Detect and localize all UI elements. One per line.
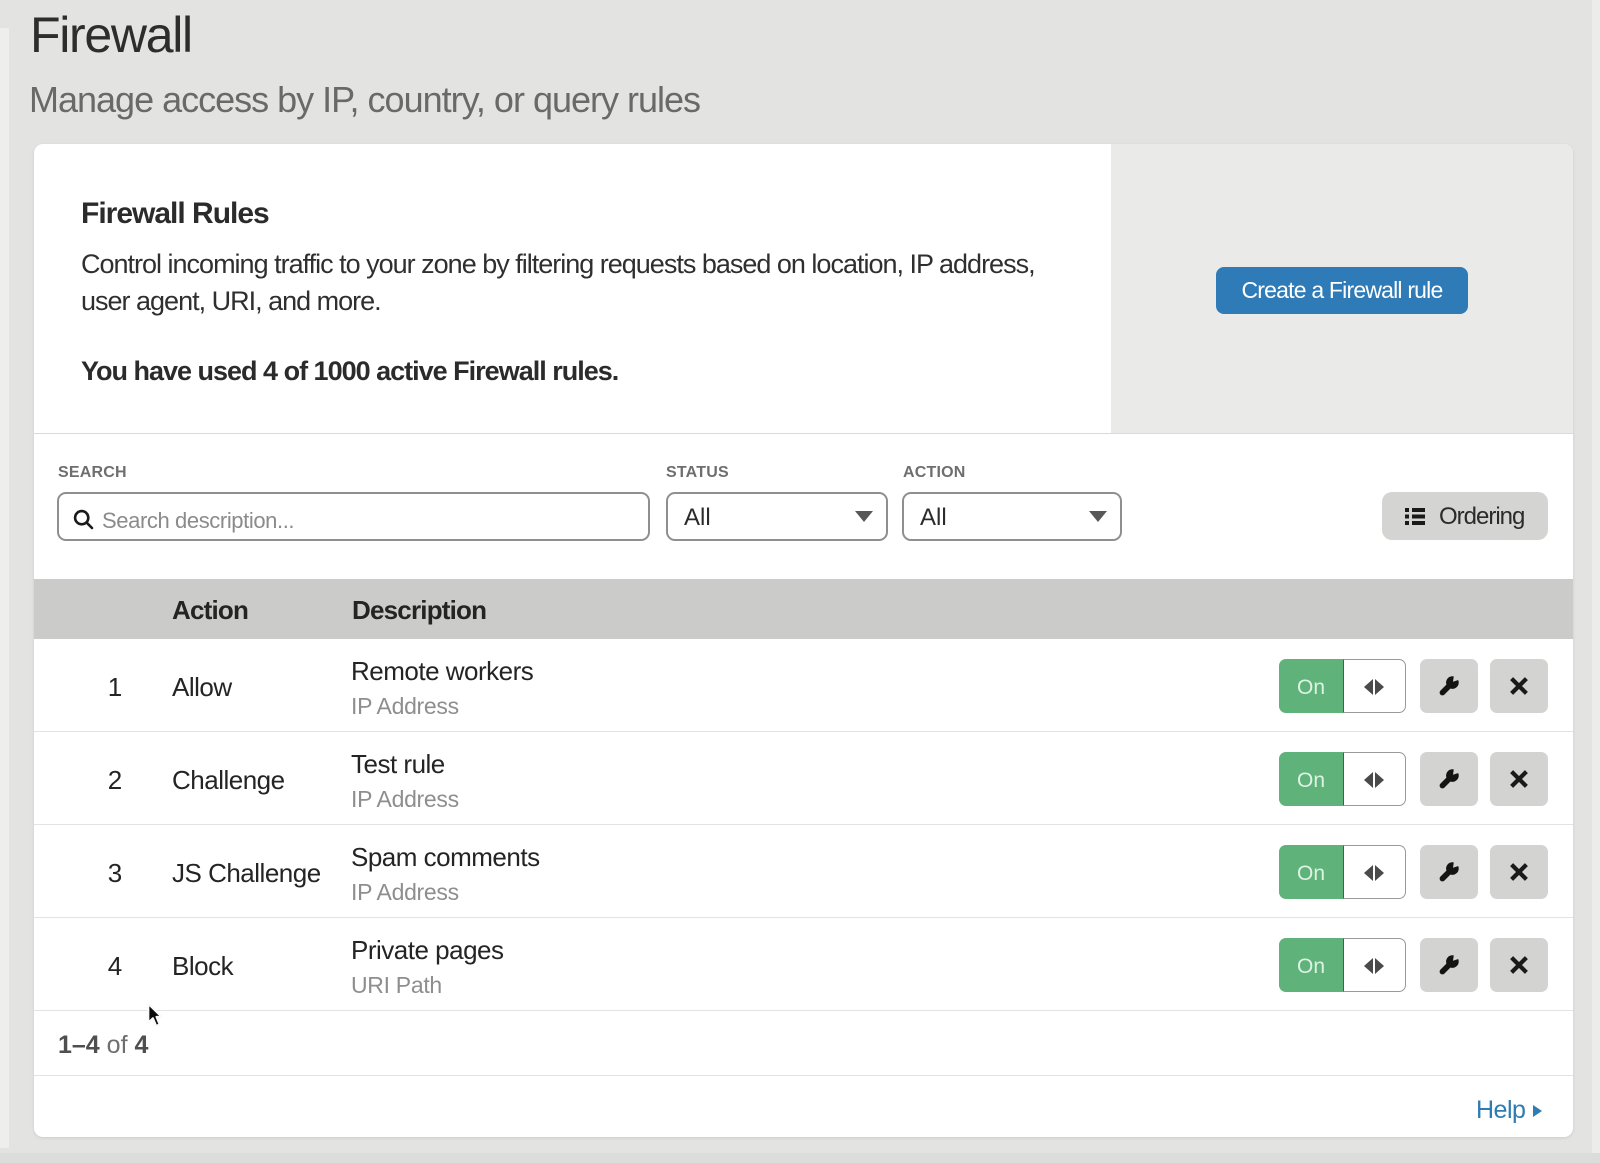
svg-text:On: On: [1297, 862, 1325, 885]
svg-text:On: On: [1297, 676, 1325, 699]
svg-text:On: On: [1297, 955, 1325, 978]
svg-text:On: On: [1297, 769, 1325, 792]
